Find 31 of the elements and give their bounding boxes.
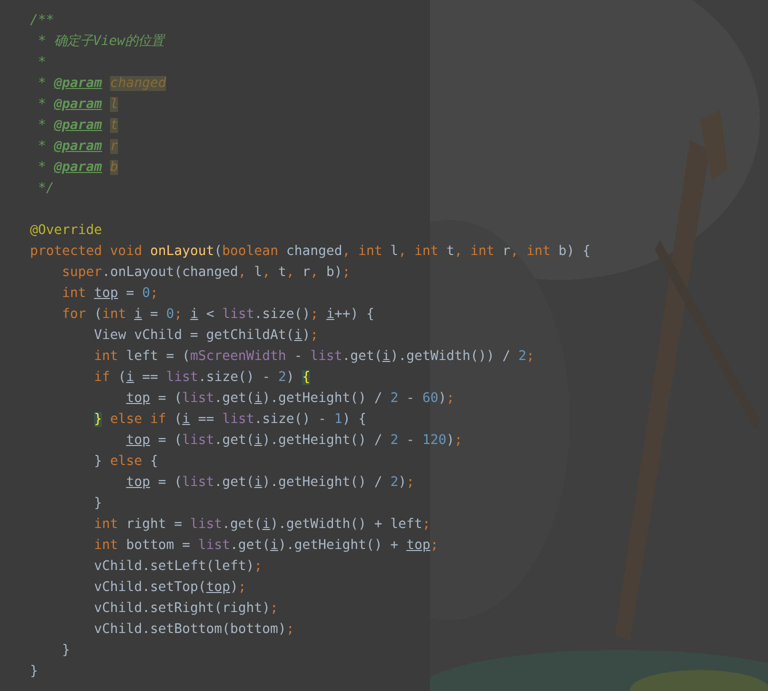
- code-line: vChild.setTop(top);: [93, 579, 246, 597]
- code-line: for (int i = 0; i < list.size(); i++) {: [61, 306, 374, 324]
- code-line: }: [30, 663, 38, 681]
- code-line: top = (list.get(i).getHeight() / 2 - 120);: [125, 432, 462, 450]
- code-line: *: [37, 54, 46, 72]
- code-line: int top = 0;: [61, 285, 158, 303]
- code-line: vChild.setRight(right);: [93, 600, 278, 618]
- code-line: @Override: [30, 222, 102, 240]
- code-line: int right = list.get(i).getWidth() + left;: [93, 516, 430, 534]
- code-line: }: [93, 495, 102, 513]
- code-line: top = (list.get(i).getHeight() / 2 - 60);: [125, 390, 454, 408]
- code-line: */: [37, 180, 54, 198]
- code-line: } else if (i == list.size() - 1) {: [93, 411, 366, 429]
- code-line: } else {: [93, 453, 158, 471]
- code-line: vChild.setBottom(bottom);: [93, 621, 294, 639]
- code-line: * @param changed: [37, 75, 166, 93]
- code-line: protected void onLayout(boolean changed, int l, int t, int r, int b) {: [30, 243, 591, 261]
- code-line: * @param l: [37, 96, 118, 114]
- code-line: * @param b: [37, 159, 118, 177]
- code-line: vChild.setLeft(left);: [93, 558, 262, 576]
- code-line: int bottom = list.get(i).getHeight() + top;: [93, 537, 438, 555]
- code-line: * 确定子View的位置: [37, 32, 164, 51]
- code-line: super.onLayout(changed, l, t, r, b);: [61, 264, 350, 282]
- code-line: * @param r: [37, 138, 118, 156]
- code-line: }: [61, 642, 70, 660]
- code-line: * @param t: [37, 117, 118, 135]
- code-line: int left = (mScreenWidth - list.get(i).getWidth()) / 2;: [93, 348, 534, 366]
- code-line: /**: [30, 12, 54, 30]
- code-line: if (i == list.size() - 2) {: [93, 369, 310, 387]
- code-line: top = (list.get(i).getHeight() / 2);: [125, 474, 414, 492]
- code-line: View vChild = getChildAt(i);: [93, 327, 318, 345]
